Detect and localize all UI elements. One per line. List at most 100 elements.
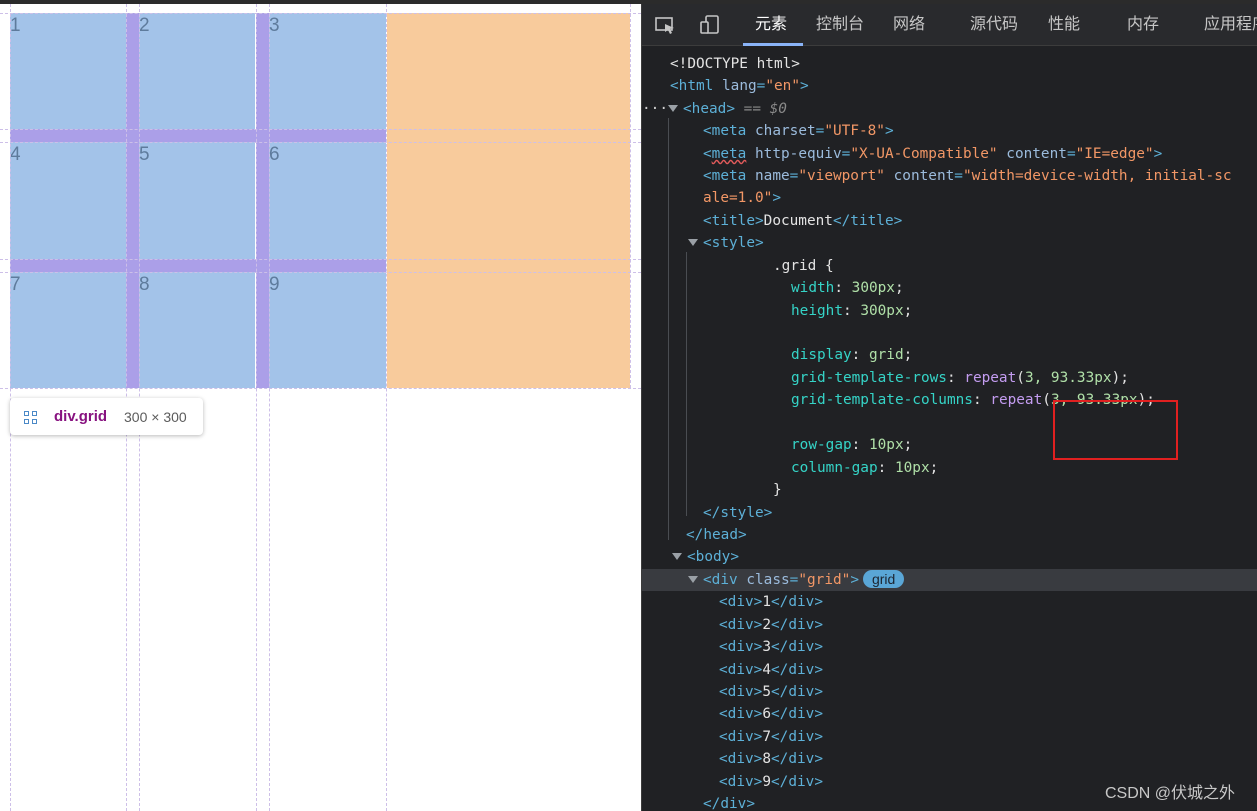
grid-cell[interactable]: 7: [10, 272, 126, 388]
attr-value: "en": [765, 78, 800, 94]
dom-node-title[interactable]: <title>Document</title>: [642, 210, 1257, 232]
cell-label: 5: [139, 144, 150, 165]
cell-label: 9: [269, 274, 280, 295]
collapse-triangle-icon[interactable]: [668, 104, 678, 112]
cell-label: 6: [269, 144, 280, 165]
cell-label: 8: [139, 274, 150, 295]
tab-console[interactable]: 控制台: [816, 4, 864, 46]
css-rule-selector: .grid {: [642, 255, 1257, 277]
css-value: 300px: [851, 280, 895, 296]
dom-node-style-close[interactable]: </style>: [642, 502, 1257, 524]
row-gap-1: [10, 129, 386, 142]
tooltip-selector: div.grid: [54, 408, 108, 425]
grid-free-space-overlay: [387, 13, 630, 388]
css-property: display: [791, 347, 852, 363]
row-gap-2: [10, 259, 386, 272]
div-text: 3: [762, 639, 771, 655]
tab-network[interactable]: 网络: [893, 4, 925, 46]
device-toolbar-icon[interactable]: [699, 15, 721, 35]
attr-name: charset: [755, 123, 816, 139]
css-function: repeat: [990, 392, 1043, 408]
collapse-triangle-icon[interactable]: [688, 575, 698, 583]
dom-node-child-div[interactable]: <div>1</div>: [642, 591, 1257, 613]
css-value: 3, 93.33px: [1024, 370, 1112, 386]
css-declaration: grid-template-rows: repeat(3, 93.33px);: [791, 370, 1129, 386]
title-text: Document: [763, 213, 833, 229]
dom-node-grid-div[interactable]: <div class="grid"> grid: [642, 569, 1257, 591]
grid-cell[interactable]: 4: [10, 142, 126, 259]
dom-node-child-div[interactable]: <div>2</div>: [642, 614, 1257, 636]
dom-node-meta[interactable]: <meta http-equiv="X-UA-Compatible" conte…: [642, 143, 1257, 165]
css-property: grid-template-columns: [791, 392, 973, 408]
css-function: repeat: [964, 370, 1017, 386]
grid-cell[interactable]: 6: [269, 142, 386, 259]
dom-node-head-close[interactable]: </head>: [642, 524, 1257, 546]
grid-cell[interactable]: 3: [269, 13, 386, 129]
css-property: row-gap: [791, 437, 852, 453]
css-value: 10px: [894, 460, 930, 476]
dom-node-meta[interactable]: <meta name="viewport" content="width=dev…: [642, 165, 1257, 187]
grid-cell[interactable]: 8: [139, 272, 255, 388]
tab-elements[interactable]: 元素: [755, 4, 787, 46]
page-viewport[interactable]: 1 2 3 4 5 6 7 8 9 div.grid 300 × 300: [0, 4, 641, 811]
grid-line-guide: [0, 259, 641, 260]
devtools-panel: 元素 控制台 网络 源代码 性能 内存 应用程序 <!DOCTYPE html>…: [641, 4, 1257, 811]
grid-line-guide: [0, 272, 641, 273]
column-gap-1: [126, 13, 139, 388]
css-property: height: [791, 303, 843, 319]
grid-line-guide: [0, 129, 641, 130]
css-property: width: [791, 280, 835, 296]
dom-node-html[interactable]: <html lang="en">: [642, 75, 1257, 97]
dom-node-head[interactable]: ··· <head> == $0: [642, 98, 1257, 120]
dom-node-body[interactable]: <body>: [642, 546, 1257, 568]
tab-sources[interactable]: 源代码: [970, 4, 1018, 46]
collapse-triangle-icon[interactable]: [688, 238, 698, 246]
grid-cell[interactable]: 2: [139, 13, 255, 129]
css-declaration: display: grid;: [791, 347, 913, 363]
attr-value: ale=1.0": [703, 190, 773, 206]
css-brace: }: [773, 482, 782, 498]
tab-application[interactable]: 应用程序: [1204, 4, 1257, 46]
css-declaration: column-gap: 10px;: [791, 460, 939, 476]
dom-node-child-div[interactable]: <div>6</div>: [642, 703, 1257, 725]
tab-memory[interactable]: 内存: [1127, 4, 1159, 46]
attr-name: content: [1006, 146, 1067, 162]
attr-name: lang: [722, 78, 757, 94]
dom-node-style[interactable]: <style>: [642, 232, 1257, 254]
grid-line-guide: [0, 142, 641, 143]
tab-performance[interactable]: 性能: [1048, 4, 1080, 46]
dom-node-child-div[interactable]: <div>8</div>: [642, 748, 1257, 770]
watermark: CSDN @伏城之外: [1105, 785, 1236, 802]
inspect-element-icon[interactable]: [654, 15, 676, 35]
grid-cell[interactable]: 1: [10, 13, 126, 129]
grid-line-guide: [0, 13, 641, 14]
css-value: 10px: [868, 437, 904, 453]
css-rule-close: }: [642, 479, 1257, 501]
more-options-icon[interactable]: ···: [642, 101, 668, 117]
div-text: 2: [762, 617, 771, 633]
collapse-triangle-icon[interactable]: [672, 552, 682, 560]
dom-node-child-div[interactable]: <div>4</div>: [642, 659, 1257, 681]
devtools-toolbar: 元素 控制台 网络 源代码 性能 内存 应用程序: [642, 4, 1257, 46]
dom-node-child-div[interactable]: <div>3</div>: [642, 636, 1257, 658]
div-text: 6: [762, 706, 771, 722]
grid-cell[interactable]: 5: [139, 142, 255, 259]
css-selector: .grid {: [773, 258, 834, 274]
cell-label: 2: [139, 15, 150, 36]
dom-tree[interactable]: <!DOCTYPE html> <html lang="en"> ··· <hea…: [642, 48, 1257, 811]
grid-line-guide: [630, 4, 631, 388]
grid-line-guide: [386, 4, 387, 811]
div-text: 1: [762, 594, 771, 610]
attr-name: http-equiv: [755, 146, 842, 162]
dom-node-doctype[interactable]: <!DOCTYPE html>: [642, 53, 1257, 75]
dom-node-child-div[interactable]: <div>5</div>: [642, 681, 1257, 703]
dom-node-meta[interactable]: <meta charset="UTF-8">: [642, 120, 1257, 142]
dom-node-child-div[interactable]: <div>7</div>: [642, 726, 1257, 748]
grid-badge[interactable]: grid: [862, 570, 905, 588]
screenshot: 1 2 3 4 5 6 7 8 9 div.grid 300 × 300 元素 …: [0, 0, 1257, 811]
css-declaration: height: 300px;: [791, 303, 913, 319]
div-text: 4: [762, 662, 771, 678]
css-value: 300px: [860, 303, 904, 319]
grid-cell[interactable]: 9: [269, 272, 386, 388]
css-value: grid: [868, 347, 904, 363]
